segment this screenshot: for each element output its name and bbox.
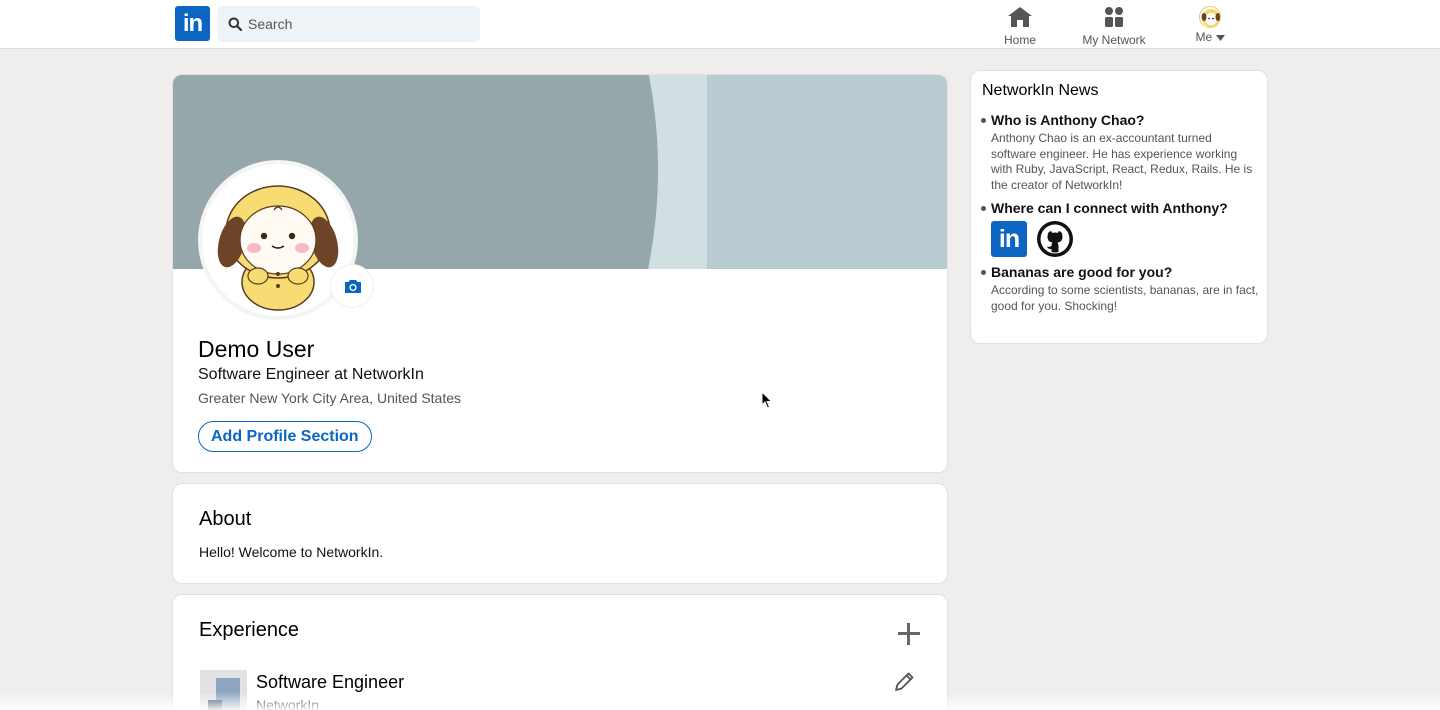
news-item: Bananas are good for you? According to s… <box>981 263 1259 314</box>
github-link[interactable] <box>1037 221 1073 257</box>
company-logo <box>200 670 247 710</box>
avatar <box>1199 6 1221 28</box>
add-profile-section-button[interactable]: Add Profile Section <box>198 421 372 452</box>
caret-down-icon <box>1215 34 1225 41</box>
profile-name: Demo User <box>198 336 315 362</box>
mouse-cursor-icon <box>761 391 773 409</box>
about-text: Hello! Welcome to NetworkIn. <box>199 544 384 560</box>
nav-home-label: Home <box>1003 33 1036 47</box>
chimmy-avatar-icon <box>1201 9 1220 27</box>
profile-location: Greater New York City Area, United State… <box>198 390 462 406</box>
news-question: Bananas are good for you? <box>991 264 1173 280</box>
nav-me[interactable]: Me <box>1186 6 1234 44</box>
news-answer: Anthony Chao is an ex-accountant turned … <box>991 131 1253 192</box>
linkedin-link[interactable]: in <box>991 221 1027 257</box>
nav-my-network[interactable]: My Network <box>1078 6 1150 47</box>
search-input[interactable] <box>248 6 473 42</box>
network-icon <box>1105 7 1123 27</box>
news-question: Where can I connect with Anthony? <box>991 200 1228 216</box>
news-title: NetworkIn News <box>982 82 1099 99</box>
nav-me-text: Me <box>1195 30 1213 44</box>
nav-home[interactable]: Home <box>998 6 1042 47</box>
profile-card: Demo User Software Engineer at NetworkIn… <box>172 74 948 473</box>
news-answer: According to some scientists, bananas, a… <box>991 283 1259 313</box>
company-logo-shape <box>208 700 222 710</box>
edit-photo-button[interactable] <box>330 264 374 308</box>
news-card: NetworkIn News Who is Anthony Chao? Anth… <box>970 70 1268 344</box>
search-icon <box>228 17 242 31</box>
plus-icon[interactable] <box>898 623 920 645</box>
home-icon <box>1008 7 1032 27</box>
linkedin-logo[interactable]: in <box>175 6 210 41</box>
nav-me-label: Me <box>1186 30 1234 44</box>
top-nav: in Home My Network <box>0 0 1440 49</box>
profile-headline: Software Engineer at NetworkIn <box>198 366 424 383</box>
experience-card: Experience Software Engineer NetworkIn <box>172 594 948 710</box>
about-card: About Hello! Welcome to NetworkIn. <box>172 483 948 584</box>
experience-company: NetworkIn <box>256 697 320 710</box>
nav-network-label: My Network <box>1082 33 1146 47</box>
github-icon <box>1038 222 1072 256</box>
experience-job-title: Software Engineer <box>256 672 405 692</box>
news-list: Who is Anthony Chao? Anthony Chao is an … <box>981 111 1259 320</box>
search-bar[interactable] <box>218 6 480 42</box>
news-item: Where can I connect with Anthony? in <box>981 199 1259 257</box>
news-question: Who is Anthony Chao? <box>991 112 1145 128</box>
experience-title: Experience <box>199 619 300 641</box>
news-item: Who is Anthony Chao? Anthony Chao is an … <box>981 111 1259 193</box>
about-title: About <box>199 508 252 530</box>
camera-icon <box>345 280 361 293</box>
pencil-icon[interactable] <box>893 671 915 693</box>
social-links: in <box>991 221 1259 257</box>
